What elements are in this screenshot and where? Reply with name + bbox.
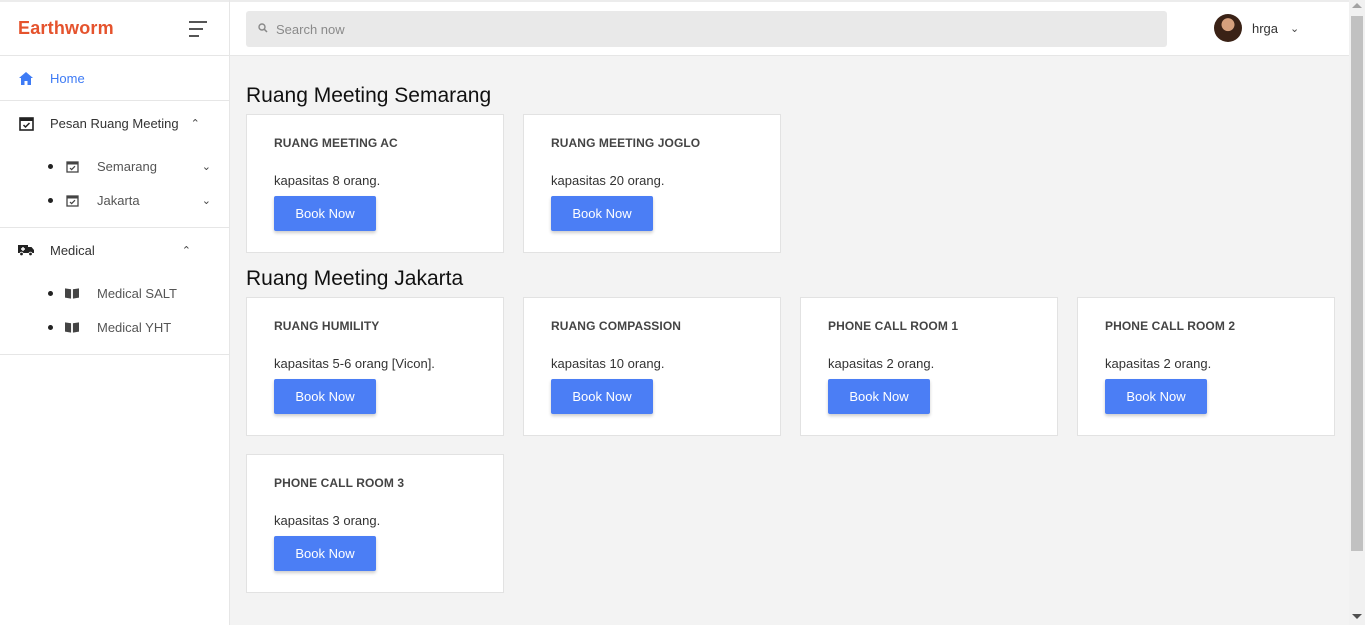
- room-card: PHONE CALL ROOM 2 kapasitas 2 orang. Boo…: [1077, 297, 1335, 436]
- search-input[interactable]: [276, 21, 1136, 37]
- ambulance-icon: [18, 242, 34, 258]
- room-capacity: kapasitas 5-6 orang [Vicon].: [274, 356, 435, 371]
- main-content: Ruang Meeting Semarang RUANG MEETING AC …: [246, 56, 1336, 593]
- room-name: RUANG MEETING JOGLO: [551, 136, 701, 150]
- bullet-icon: [48, 290, 53, 296]
- book-now-button[interactable]: Book Now: [551, 196, 653, 231]
- scroll-thumb[interactable]: [1351, 16, 1363, 551]
- room-name: RUANG COMPASSION: [551, 319, 682, 333]
- sidebar-subitem-label: Jakarta: [97, 192, 140, 208]
- room-card: RUANG COMPASSION kapasitas 10 orang. Boo…: [523, 297, 781, 436]
- menu-toggle-icon[interactable]: [189, 20, 209, 37]
- room-capacity: kapasitas 8 orang.: [274, 173, 381, 188]
- room-card: RUANG MEETING JOGLO kapasitas 20 orang. …: [523, 114, 781, 253]
- book-icon: [65, 286, 79, 300]
- scroll-up-arrow-icon[interactable]: [1352, 3, 1362, 8]
- logo[interactable]: Earthworm: [18, 18, 114, 39]
- calendar-check-icon: [18, 115, 34, 131]
- sidebar-subitem-medical-salt[interactable]: Medical SALT: [0, 276, 229, 310]
- sidebar-item-home-label: Home: [50, 70, 85, 86]
- user-menu[interactable]: hrga ⌄: [1214, 14, 1299, 42]
- chevron-down-icon: ⌄: [201, 194, 211, 207]
- scrollbar[interactable]: [1349, 0, 1365, 625]
- brand-bar: Earthworm: [0, 0, 229, 56]
- nav-meeting-section: Pesan Ruang Meeting ⌃ Semarang ⌄ Jakarta…: [0, 101, 229, 228]
- sidebar-item-home[interactable]: Home: [0, 56, 229, 100]
- room-card: RUANG HUMILITY kapasitas 5-6 orang [Vico…: [246, 297, 504, 436]
- calendar-icon: [65, 159, 79, 173]
- chevron-down-icon[interactable]: ⌄: [1290, 22, 1299, 35]
- home-icon: [18, 70, 34, 86]
- topbar: hrga ⌄: [230, 0, 1349, 56]
- chevron-up-icon: ⌃: [181, 244, 191, 257]
- search-bar[interactable]: [246, 11, 1167, 47]
- sidebar-item-meeting[interactable]: Pesan Ruang Meeting ⌃: [0, 101, 229, 145]
- nav-medical-section: Medical ⌃ Medical SALT Medical YHT: [0, 228, 229, 355]
- calendar-icon: [65, 193, 79, 207]
- section-title-semarang: Ruang Meeting Semarang: [246, 84, 492, 107]
- book-icon: [65, 320, 79, 334]
- sidebar-subitem-label: Semarang: [97, 158, 157, 174]
- room-list-semarang: RUANG MEETING AC kapasitas 8 orang. Book…: [246, 114, 1336, 253]
- room-capacity: kapasitas 3 orang.: [274, 513, 381, 528]
- chevron-up-icon: ⌃: [190, 117, 200, 130]
- room-card: PHONE CALL ROOM 3 kapasitas 3 orang. Boo…: [246, 454, 504, 593]
- scroll-down-arrow-icon[interactable]: [1352, 614, 1362, 619]
- room-capacity: kapasitas 2 orang.: [1105, 356, 1212, 371]
- room-capacity: kapasitas 10 orang.: [551, 356, 665, 371]
- sidebar-subitem-label: Medical SALT: [97, 285, 177, 301]
- room-card: PHONE CALL ROOM 1 kapasitas 2 orang. Boo…: [800, 297, 1058, 436]
- avatar[interactable]: [1214, 14, 1242, 42]
- bullet-icon: [48, 197, 53, 203]
- room-name: RUANG MEETING AC: [274, 136, 398, 150]
- book-now-button[interactable]: Book Now: [274, 536, 376, 571]
- sidebar-item-medical-label: Medical: [50, 242, 95, 258]
- book-now-button[interactable]: Book Now: [274, 196, 376, 231]
- room-capacity: kapasitas 2 orang.: [828, 356, 935, 371]
- book-now-button[interactable]: Book Now: [274, 379, 376, 414]
- sidebar-item-meeting-label: Pesan Ruang Meeting: [50, 115, 179, 131]
- book-now-button[interactable]: Book Now: [828, 379, 930, 414]
- bullet-icon: [48, 324, 53, 330]
- user-name[interactable]: hrga: [1252, 21, 1278, 36]
- search-icon: [258, 20, 268, 38]
- room-capacity: kapasitas 20 orang.: [551, 173, 665, 188]
- book-now-button[interactable]: Book Now: [1105, 379, 1207, 414]
- sidebar-subitem-medical-yht[interactable]: Medical YHT: [0, 310, 229, 344]
- nav-home-section: Home: [0, 56, 229, 101]
- meeting-submenu: Semarang ⌄ Jakarta ⌄: [0, 145, 229, 227]
- room-name: PHONE CALL ROOM 2: [1105, 319, 1236, 333]
- bullet-icon: [48, 163, 53, 169]
- sidebar-subitem-label: Medical YHT: [97, 319, 172, 335]
- room-name: RUANG HUMILITY: [274, 319, 380, 333]
- room-name: PHONE CALL ROOM 1: [828, 319, 959, 333]
- sidebar-subitem-semarang[interactable]: Semarang ⌄: [0, 149, 229, 183]
- room-list-jakarta: RUANG HUMILITY kapasitas 5-6 orang [Vico…: [246, 297, 1336, 593]
- sidebar-subitem-jakarta[interactable]: Jakarta ⌄: [0, 183, 229, 217]
- sidebar-item-medical[interactable]: Medical ⌃: [0, 228, 229, 272]
- chevron-down-icon: ⌄: [201, 160, 211, 173]
- section-title-jakarta: Ruang Meeting Jakarta: [246, 267, 464, 290]
- medical-submenu: Medical SALT Medical YHT: [0, 272, 229, 354]
- room-name: PHONE CALL ROOM 3: [274, 476, 405, 490]
- book-now-button[interactable]: Book Now: [551, 379, 653, 414]
- sidebar: Earthworm Home Pesan Ruang Meeting ⌃ Sem…: [0, 0, 230, 625]
- room-card: RUANG MEETING AC kapasitas 8 orang. Book…: [246, 114, 504, 253]
